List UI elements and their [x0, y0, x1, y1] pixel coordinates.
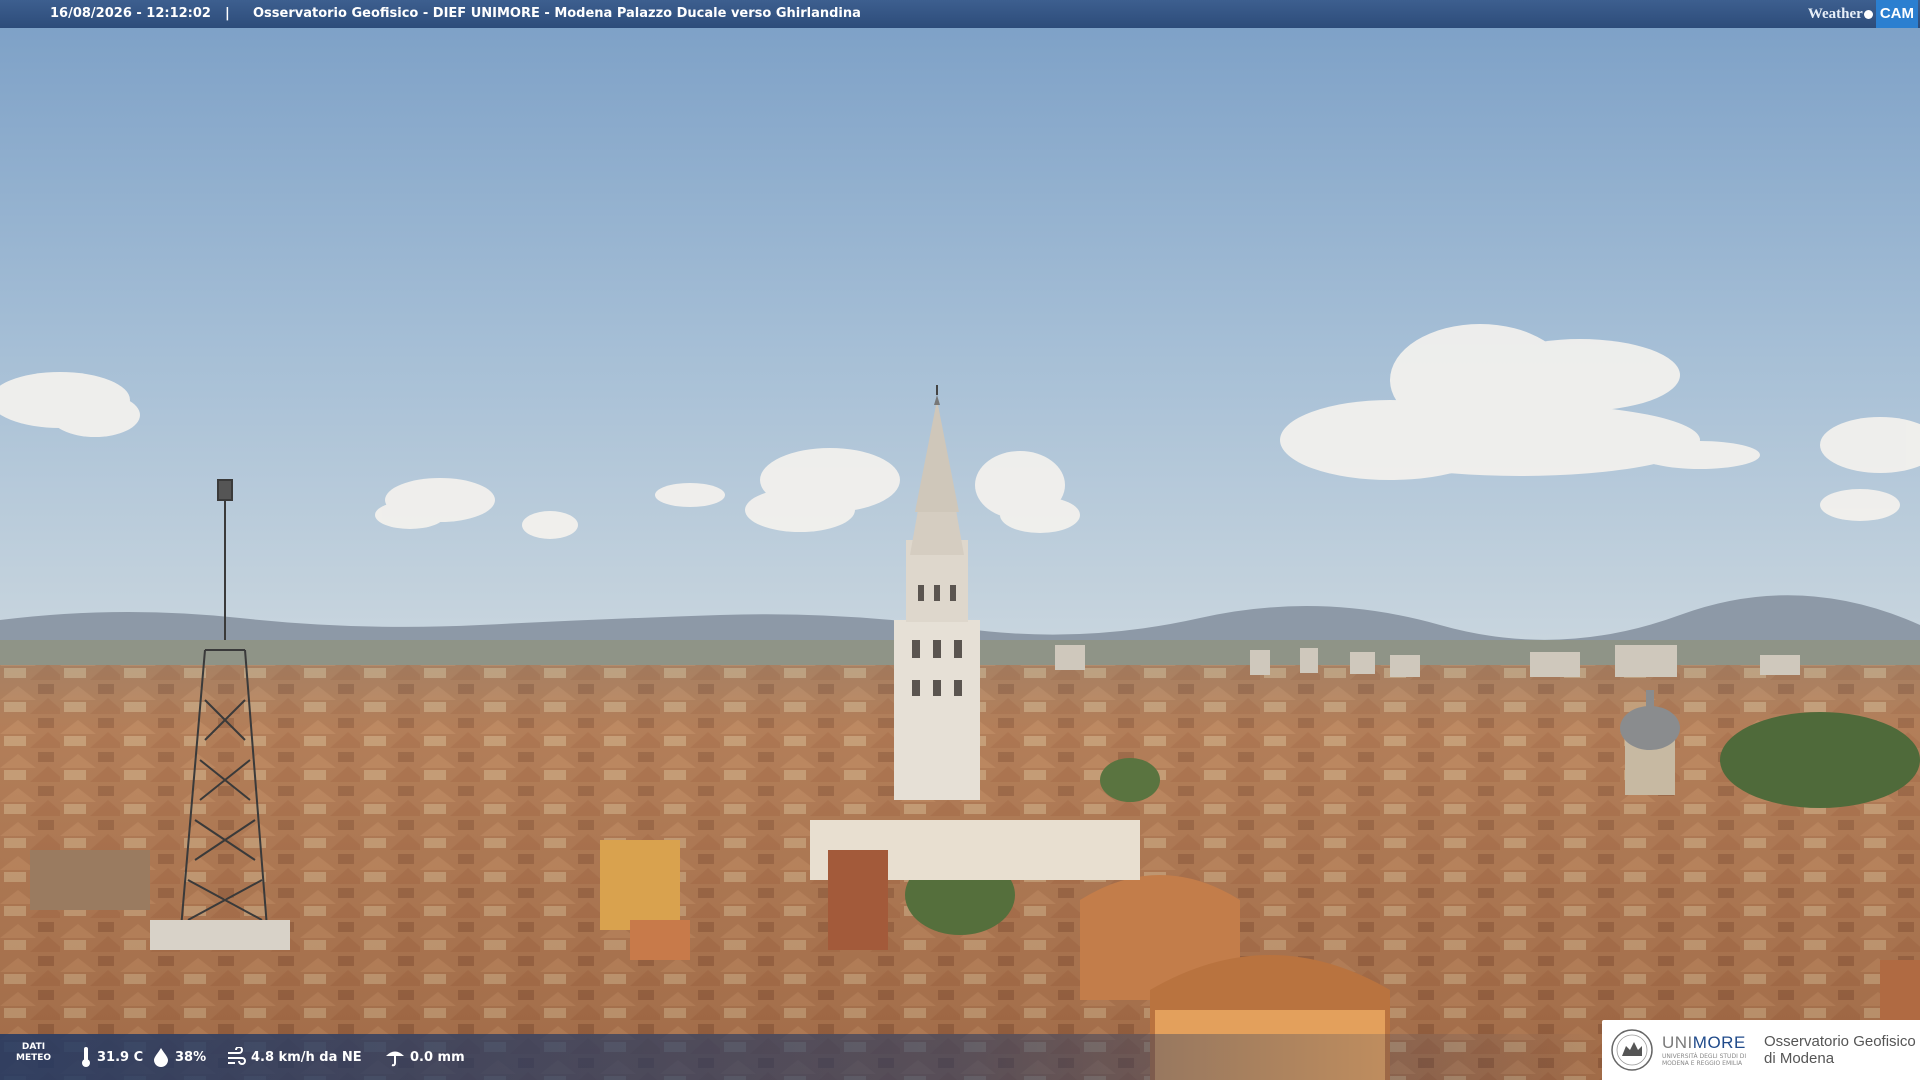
thermometer-icon: [82, 1047, 90, 1067]
wind-reading: 4.8 km/h da NE: [226, 1034, 362, 1080]
unimore-seal-icon: [1611, 1029, 1653, 1071]
humidity-drop-icon: [154, 1048, 168, 1067]
unimore-wordmark: UNIMORE UNIVERSITÀ DEGLI STUDI DI MODENA…: [1662, 1033, 1752, 1067]
rain-reading: 0.0 mm: [385, 1034, 465, 1080]
timestamp: 16/08/2026 - 12:12:02: [50, 6, 211, 21]
wind-icon: [228, 1047, 246, 1065]
brand-cam: CAM: [1875, 0, 1918, 28]
dati-meteo-label: DATI METEO: [16, 1042, 52, 1063]
weather-data-bar: DATI METEO 31.9 C 38% 4.8 km/h da NE 0.0…: [0, 1034, 1600, 1080]
humidity-reading: 38%: [152, 1034, 206, 1080]
brand-dot-icon: [1863, 9, 1873, 19]
camera-header-bar: 16/08/2026 - 12:12:02 | Osservatorio Geo…: [0, 0, 1920, 28]
unimore-subtitle: UNIVERSITÀ DEGLI STUDI DI MODENA E REGGI…: [1662, 1053, 1747, 1067]
brand-weather: Weather: [1807, 6, 1863, 22]
osservatorio-name: Osservatorio Geofisico di Modena: [1764, 1033, 1916, 1067]
webcam-scene: [0, 0, 1920, 1080]
unimore-logo-panel: UNIMORE UNIVERSITÀ DEGLI STUDI DI MODENA…: [1602, 1020, 1920, 1080]
trees: [1720, 712, 1920, 808]
header-separator: |: [225, 6, 230, 21]
camera-title: Osservatorio Geofisico - DIEF UNIMORE - …: [253, 6, 861, 21]
temperature-reading: 31.9 C: [80, 1034, 143, 1080]
rain-icon: [386, 1051, 404, 1067]
weathercam-logo: Weather CAM: [1807, 0, 1918, 28]
